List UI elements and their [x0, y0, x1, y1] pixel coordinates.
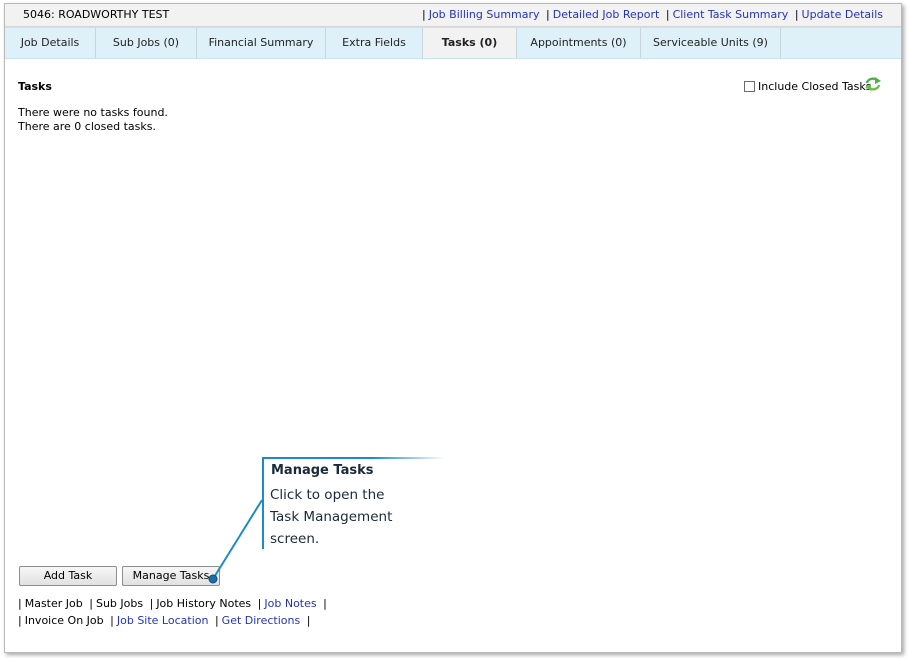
client-task-summary-link[interactable]: Client Task Summary — [673, 8, 789, 21]
include-closed-tasks-label: Include Closed Tasks — [758, 80, 872, 93]
invoice-on-job-link[interactable]: Invoice On Job — [25, 614, 104, 627]
tab-sub-jobs[interactable]: Sub Jobs (0) — [96, 28, 197, 58]
separator: | — [89, 597, 93, 610]
tab-financial-summary[interactable]: Financial Summary — [197, 28, 326, 58]
callout-body: Click to open the Task Management screen… — [270, 484, 440, 550]
separator: | — [306, 614, 311, 627]
include-closed-tasks-checkbox[interactable] — [744, 81, 755, 92]
refresh-icon[interactable] — [864, 76, 882, 92]
job-notes-link[interactable]: Job Notes — [264, 597, 316, 610]
detailed-job-report-link[interactable]: Detailed Job Report — [553, 8, 660, 21]
tab-appointments[interactable]: Appointments (0) — [517, 28, 641, 58]
no-tasks-message: There were no tasks found. — [18, 106, 168, 119]
tab-job-details[interactable]: Job Details — [5, 28, 96, 58]
callout-line: Task Management — [270, 509, 393, 525]
footer-links-row1: | Master Job | Sub Jobs | Job History Notes… — [15, 597, 330, 610]
tasks-section-title: Tasks — [18, 80, 52, 93]
title-bar: 5046: ROADWORTHY TEST | Job Billing Summa… — [5, 4, 901, 27]
job-site-location-link[interactable]: Job Site Location — [117, 614, 209, 627]
job-window: 5046: ROADWORTHY TEST | Job Billing Summa… — [4, 3, 902, 653]
tab-serviceable-units[interactable]: Serviceable Units (9) — [641, 28, 781, 58]
get-directions-link[interactable]: Get Directions — [222, 614, 301, 627]
separator: | — [794, 8, 799, 21]
separator: | — [421, 8, 426, 21]
footer-links-row2: | Invoice On Job | Job Site Location | Get … — [15, 614, 313, 627]
header-links: | Job Billing Summary | Detailed Job Repor… — [419, 8, 883, 21]
separator: | — [18, 614, 22, 627]
job-title: 5046: ROADWORTHY TEST — [23, 8, 170, 21]
sub-jobs-link[interactable]: Sub Jobs — [96, 597, 143, 610]
add-task-button[interactable]: Add Task — [19, 566, 117, 586]
include-closed-tasks[interactable]: Include Closed Tasks — [744, 80, 871, 93]
separator: | — [110, 614, 114, 627]
separator: | — [323, 597, 327, 610]
callout-line: screen. — [270, 531, 320, 547]
tab-extra-fields[interactable]: Extra Fields — [326, 28, 423, 58]
job-billing-summary-link[interactable]: Job Billing Summary — [429, 8, 540, 21]
tab-bar: Job Details Sub Jobs (0) Financial Summa… — [5, 27, 901, 59]
job-history-notes-link[interactable]: Job History Notes — [156, 597, 251, 610]
closed-tasks-message: There are 0 closed tasks. — [18, 120, 156, 133]
callout-line: Click to open the — [270, 487, 385, 503]
manage-tasks-button[interactable]: Manage Tasks — [122, 566, 220, 586]
separator: | — [257, 597, 262, 610]
tab-tasks[interactable]: Tasks (0) — [423, 28, 517, 58]
separator: | — [149, 597, 154, 610]
update-details-link[interactable]: Update Details — [802, 8, 883, 21]
callout-title: Manage Tasks — [271, 463, 374, 478]
separator: | — [665, 8, 670, 21]
separator: | — [214, 614, 219, 627]
separator: | — [18, 597, 22, 610]
master-job-link[interactable]: Master Job — [25, 597, 83, 610]
separator: | — [546, 8, 550, 21]
